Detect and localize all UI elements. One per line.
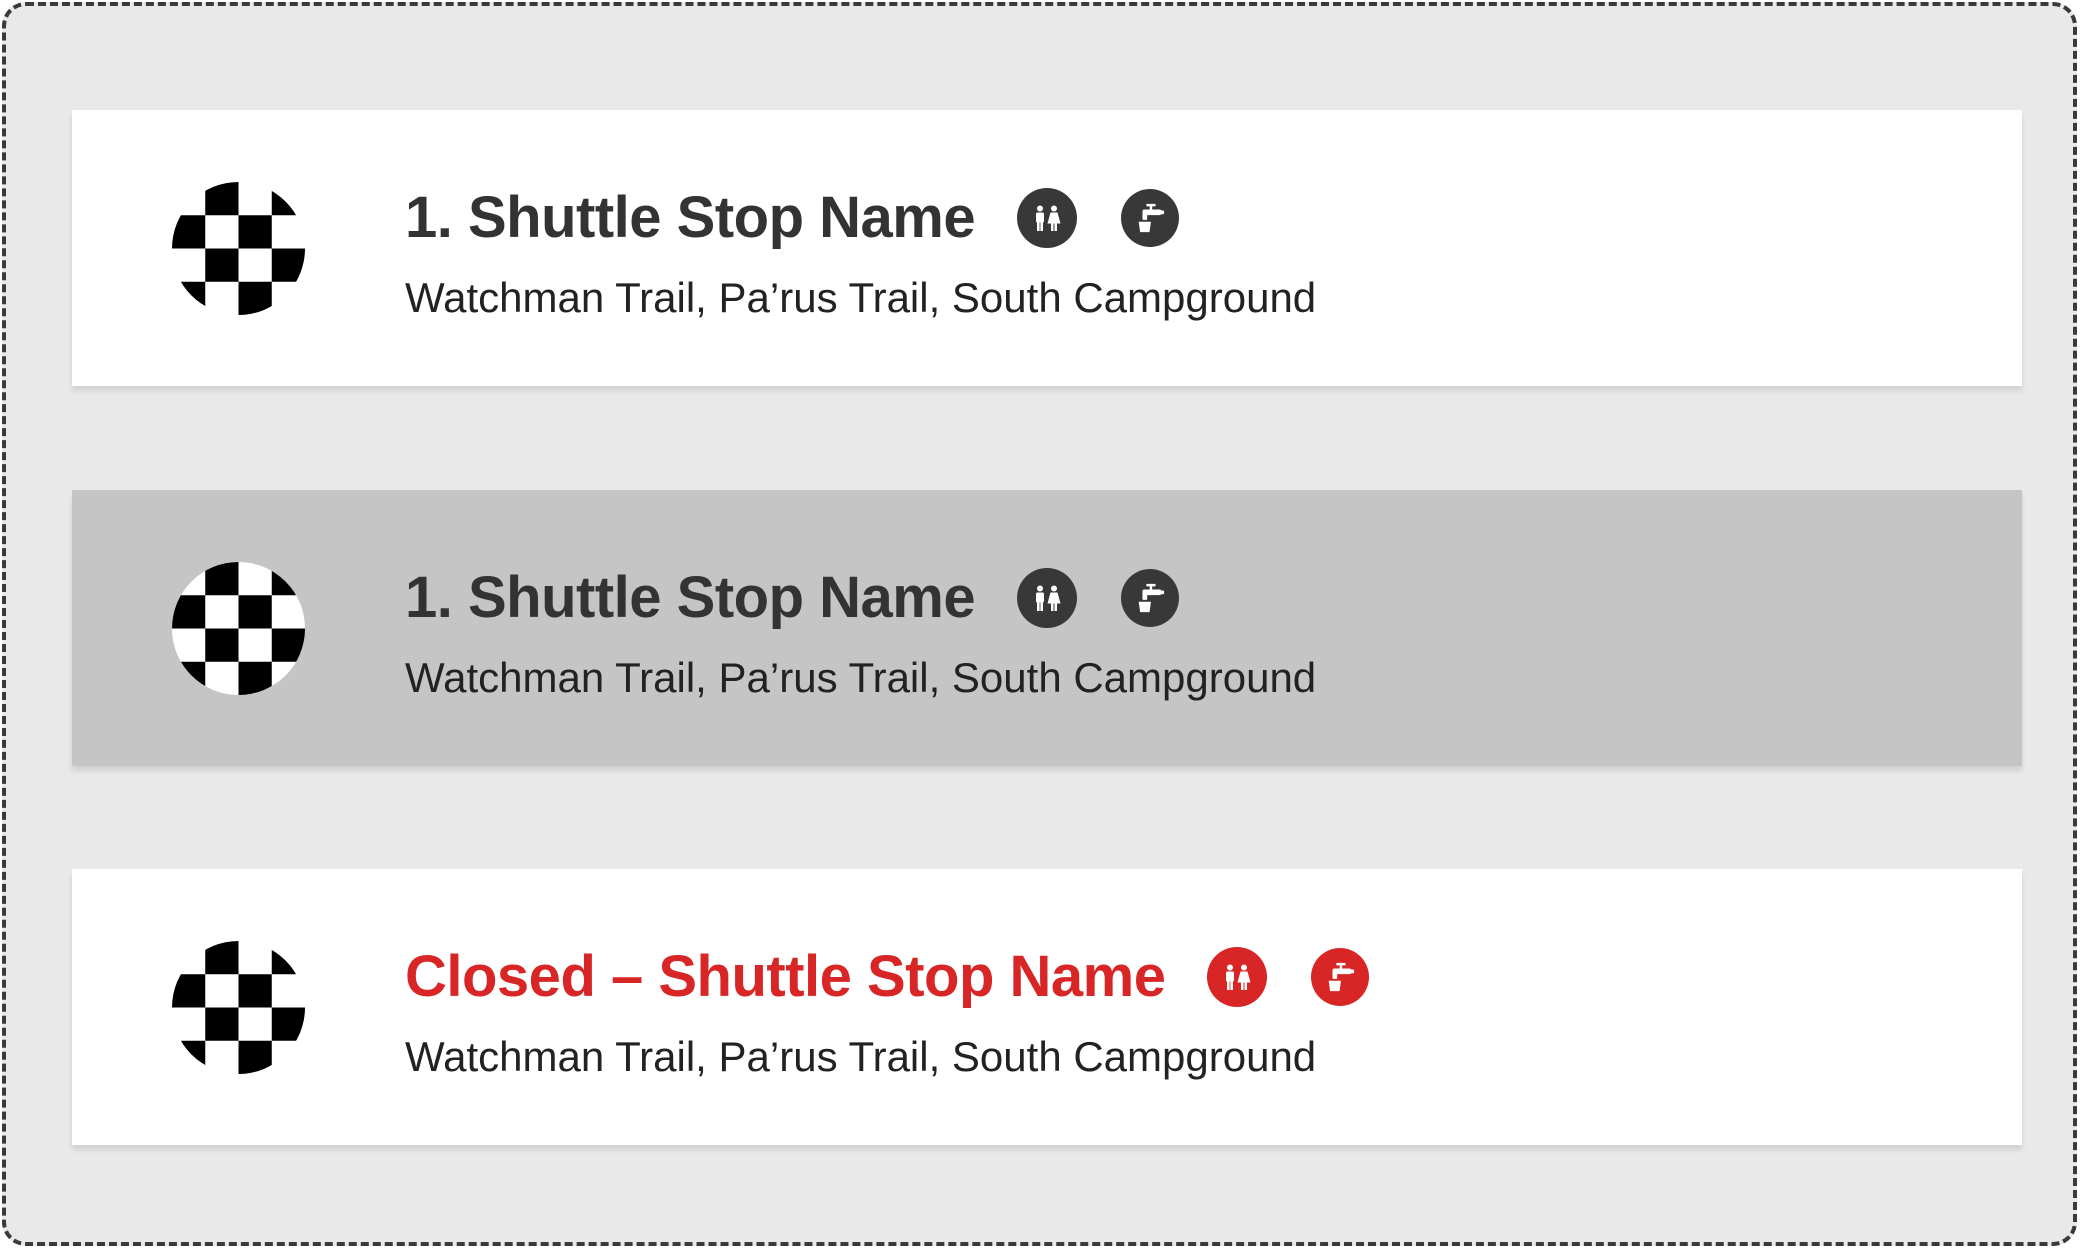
stop-title-row: 1. Shuttle Stop Name [405, 180, 1180, 256]
stop-destinations: Watchman Trail, Pa’rus Trail, South Camp… [405, 274, 1317, 321]
shuttle-stop-card-selected[interactable]: 1. Shuttle Stop Name Watchman Trail, Pa’… [72, 490, 2022, 766]
water-tap-icon [1121, 569, 1180, 627]
water-tap-icon [1121, 189, 1180, 247]
checkered-flag-icon [172, 182, 305, 315]
stop-destinations: Watchman Trail, Pa’rus Trail, South Camp… [405, 1033, 1317, 1080]
checkered-flag-icon [172, 562, 305, 695]
restroom-icon [1207, 947, 1268, 1007]
shuttle-stop-card-default[interactable]: 1. Shuttle Stop Name Watchman Trail, Pa’… [72, 110, 2022, 386]
stop-title-row: 1. Shuttle Stop Name [405, 560, 1180, 636]
restroom-icon [1017, 188, 1078, 248]
water-tap-icon [1311, 948, 1370, 1006]
stop-destinations: Watchman Trail, Pa’rus Trail, South Camp… [405, 654, 1317, 701]
stop-title: 1. Shuttle Stop Name [405, 565, 976, 630]
checkered-flag-icon [172, 941, 305, 1074]
shuttle-stop-card-closed[interactable]: Closed – Shuttle Stop Name Watchman Trai… [72, 869, 2022, 1145]
restroom-icon [1017, 568, 1078, 628]
stop-title: 1. Shuttle Stop Name [405, 185, 976, 250]
stop-title-row: Closed – Shuttle Stop Name [405, 939, 1370, 1015]
stop-list-frame: 1. Shuttle Stop Name Watchman Trail, Pa’… [2, 2, 2077, 1246]
stop-title-closed: Closed – Shuttle Stop Name [405, 944, 1166, 1009]
